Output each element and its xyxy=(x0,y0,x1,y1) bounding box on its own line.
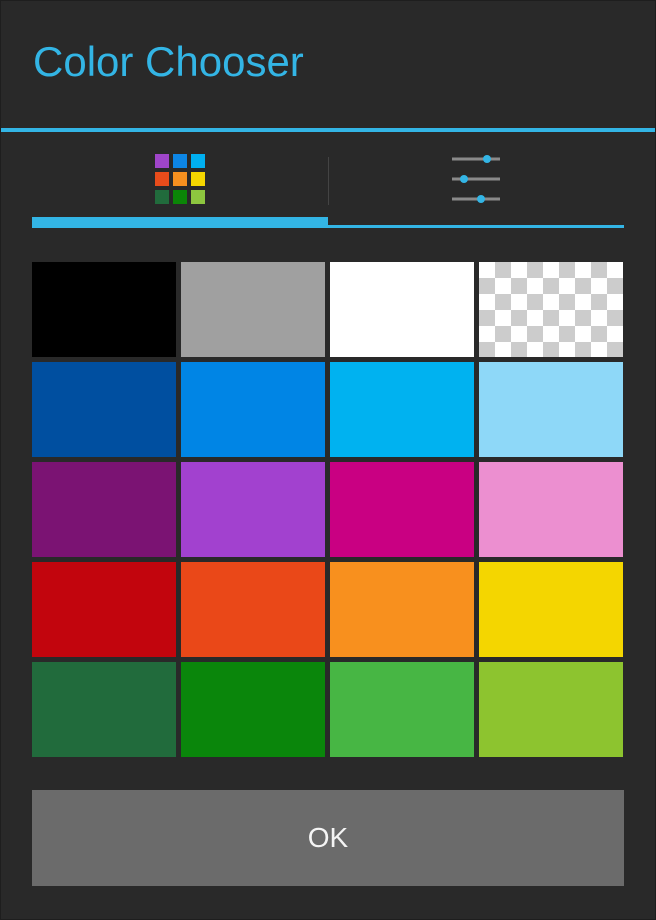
grid-icon-cell xyxy=(173,190,187,204)
swatch-yellow[interactable] xyxy=(479,562,623,657)
tab-bar xyxy=(32,141,624,231)
swatch-white[interactable] xyxy=(330,262,474,357)
swatch-blue[interactable] xyxy=(181,362,325,457)
grid-icon-cell xyxy=(173,154,187,168)
grid-icon-cell xyxy=(155,172,169,186)
ok-button[interactable]: OK xyxy=(32,790,624,886)
grid-icon-cell xyxy=(191,154,205,168)
swatch-red[interactable] xyxy=(32,562,176,657)
tab-swatches[interactable] xyxy=(32,141,328,217)
swatch-red-orange[interactable] xyxy=(181,562,325,657)
tab-selected-indicator xyxy=(32,217,328,228)
swatch-purple[interactable] xyxy=(181,462,325,557)
swatch-light-blue[interactable] xyxy=(479,362,623,457)
grid-icon-cell xyxy=(173,172,187,186)
swatch-dark-purple[interactable] xyxy=(32,462,176,557)
tab-sliders[interactable] xyxy=(328,141,624,217)
swatch-transparent[interactable] xyxy=(479,262,623,357)
swatch-gray[interactable] xyxy=(181,262,325,357)
title-divider xyxy=(1,128,655,132)
swatch-lime[interactable] xyxy=(479,662,623,757)
swatch-black[interactable] xyxy=(32,262,176,357)
color-chooser-dialog: Color Chooser OK xyxy=(1,1,655,919)
grid-icon-cell xyxy=(155,190,169,204)
grid-icon-cell xyxy=(155,154,169,168)
sliders-icon xyxy=(452,155,500,203)
swatch-cyan[interactable] xyxy=(330,362,474,457)
swatch-dark-blue[interactable] xyxy=(32,362,176,457)
grid-icon-cell xyxy=(191,172,205,186)
swatch-dark-green[interactable] xyxy=(32,662,176,757)
swatch-orange[interactable] xyxy=(330,562,474,657)
swatch-green[interactable] xyxy=(181,662,325,757)
grid-icon-cell xyxy=(191,190,205,204)
swatch-pink[interactable] xyxy=(479,462,623,557)
swatch-grid-icon xyxy=(155,154,205,204)
dialog-title: Color Chooser xyxy=(33,38,304,85)
swatch-grid xyxy=(32,262,624,757)
swatch-magenta[interactable] xyxy=(330,462,474,557)
swatch-light-green[interactable] xyxy=(330,662,474,757)
